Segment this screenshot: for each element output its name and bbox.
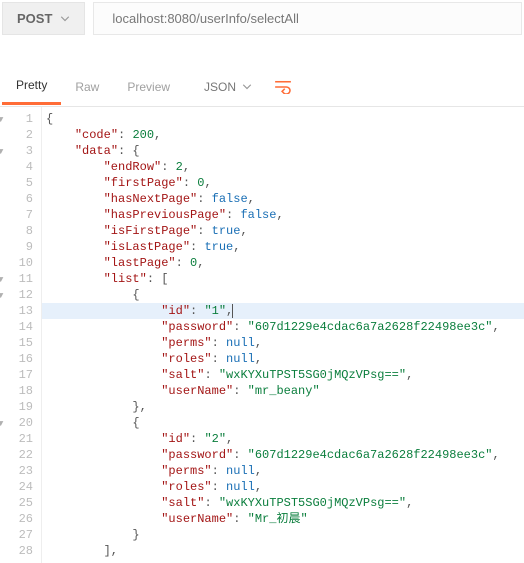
fold-toggle-icon[interactable]: ▼ bbox=[0, 144, 3, 160]
code-line[interactable]: "hasPreviousPage": false, bbox=[42, 207, 524, 223]
line-number: 27 bbox=[0, 527, 33, 543]
line-number: 17 bbox=[0, 367, 33, 383]
code-line[interactable]: "salt": "wxKYXuTPST5SG0jMQzVPsg==", bbox=[42, 495, 524, 511]
line-number: 22 bbox=[0, 447, 33, 463]
code-line[interactable]: "isFirstPage": true, bbox=[42, 223, 524, 239]
code-line[interactable]: ], bbox=[42, 543, 524, 559]
tab-raw[interactable]: Raw bbox=[61, 70, 113, 104]
code-line[interactable]: "password": "607d1229e4cdac6a7a2628f2249… bbox=[42, 447, 524, 463]
fold-toggle-icon[interactable]: ▼ bbox=[0, 288, 3, 304]
request-bar: POST bbox=[0, 0, 524, 37]
tab-preview[interactable]: Preview bbox=[113, 70, 184, 104]
tab-pretty[interactable]: Pretty bbox=[2, 68, 61, 105]
code-line[interactable]: "hasNextPage": false, bbox=[42, 191, 524, 207]
fold-toggle-icon[interactable]: ▼ bbox=[0, 112, 3, 128]
code-content[interactable]: { "code": 200, "data": { "endRow": 2, "f… bbox=[42, 107, 524, 563]
line-number: 14 bbox=[0, 319, 33, 335]
code-line[interactable]: "perms": null, bbox=[42, 463, 524, 479]
line-number: 26 bbox=[0, 511, 33, 527]
code-line[interactable]: }, bbox=[42, 399, 524, 415]
line-number: 2 bbox=[0, 127, 33, 143]
code-line[interactable]: "lastPage": 0, bbox=[42, 255, 524, 271]
line-number: 24 bbox=[0, 479, 33, 495]
code-line[interactable]: "roles": null, bbox=[42, 351, 524, 367]
code-line[interactable]: "userName": "mr_beany" bbox=[42, 383, 524, 399]
line-gutter: 1▼23▼4567891011▼12▼1314151617181920▼2122… bbox=[0, 107, 42, 563]
code-line[interactable]: "endRow": 2, bbox=[42, 159, 524, 175]
code-line[interactable]: "list": [ bbox=[42, 271, 524, 287]
code-line[interactable]: "password": "607d1229e4cdac6a7a2628f2249… bbox=[42, 319, 524, 335]
text-caret bbox=[232, 304, 233, 318]
line-number: 23 bbox=[0, 463, 33, 479]
code-line[interactable]: "id": "1", bbox=[42, 303, 524, 319]
code-line[interactable]: } bbox=[42, 527, 524, 543]
line-number: 6 bbox=[0, 191, 33, 207]
wrap-lines-icon[interactable] bbox=[274, 80, 292, 94]
line-number: 20▼ bbox=[0, 415, 33, 431]
line-number: 9 bbox=[0, 239, 33, 255]
line-number: 18 bbox=[0, 383, 33, 399]
line-number: 1▼ bbox=[0, 111, 33, 127]
code-line[interactable]: "userName": "Mr_初晨" bbox=[42, 511, 524, 527]
code-line[interactable]: "salt": "wxKYXuTPST5SG0jMQzVPsg==", bbox=[42, 367, 524, 383]
body-format-dropdown[interactable]: JSON bbox=[198, 76, 258, 98]
line-number: 12▼ bbox=[0, 287, 33, 303]
line-number: 13 bbox=[0, 303, 33, 319]
chevron-down-icon bbox=[242, 84, 252, 90]
chevron-down-icon bbox=[60, 16, 70, 22]
code-line[interactable]: "id": "2", bbox=[42, 431, 524, 447]
response-body[interactable]: 1▼23▼4567891011▼12▼1314151617181920▼2122… bbox=[0, 107, 524, 563]
line-number: 10 bbox=[0, 255, 33, 271]
line-number: 15 bbox=[0, 335, 33, 351]
fold-toggle-icon[interactable]: ▼ bbox=[0, 416, 3, 432]
code-line[interactable]: { bbox=[42, 415, 524, 431]
response-tabs: Pretty Raw Preview JSON bbox=[0, 67, 524, 107]
code-line[interactable]: "isLastPage": true, bbox=[42, 239, 524, 255]
line-number: 7 bbox=[0, 207, 33, 223]
line-number: 3▼ bbox=[0, 143, 33, 159]
line-number: 28 bbox=[0, 543, 33, 559]
url-input[interactable] bbox=[93, 2, 522, 35]
line-number: 4 bbox=[0, 159, 33, 175]
code-line[interactable]: { bbox=[42, 111, 524, 127]
method-dropdown[interactable]: POST bbox=[2, 2, 85, 35]
code-line[interactable]: { bbox=[42, 287, 524, 303]
code-line[interactable]: "perms": null, bbox=[42, 335, 524, 351]
body-format-label: JSON bbox=[204, 80, 236, 94]
line-number: 21 bbox=[0, 431, 33, 447]
fold-toggle-icon[interactable]: ▼ bbox=[0, 272, 3, 288]
code-line[interactable]: "firstPage": 0, bbox=[42, 175, 524, 191]
line-number: 16 bbox=[0, 351, 33, 367]
code-line[interactable]: "roles": null, bbox=[42, 479, 524, 495]
line-number: 19 bbox=[0, 399, 33, 415]
code-line[interactable]: "code": 200, bbox=[42, 127, 524, 143]
line-number: 8 bbox=[0, 223, 33, 239]
separator bbox=[0, 37, 524, 67]
line-number: 25 bbox=[0, 495, 33, 511]
code-line[interactable]: "data": { bbox=[42, 143, 524, 159]
line-number: 5 bbox=[0, 175, 33, 191]
line-number: 11▼ bbox=[0, 271, 33, 287]
method-label: POST bbox=[17, 11, 52, 26]
